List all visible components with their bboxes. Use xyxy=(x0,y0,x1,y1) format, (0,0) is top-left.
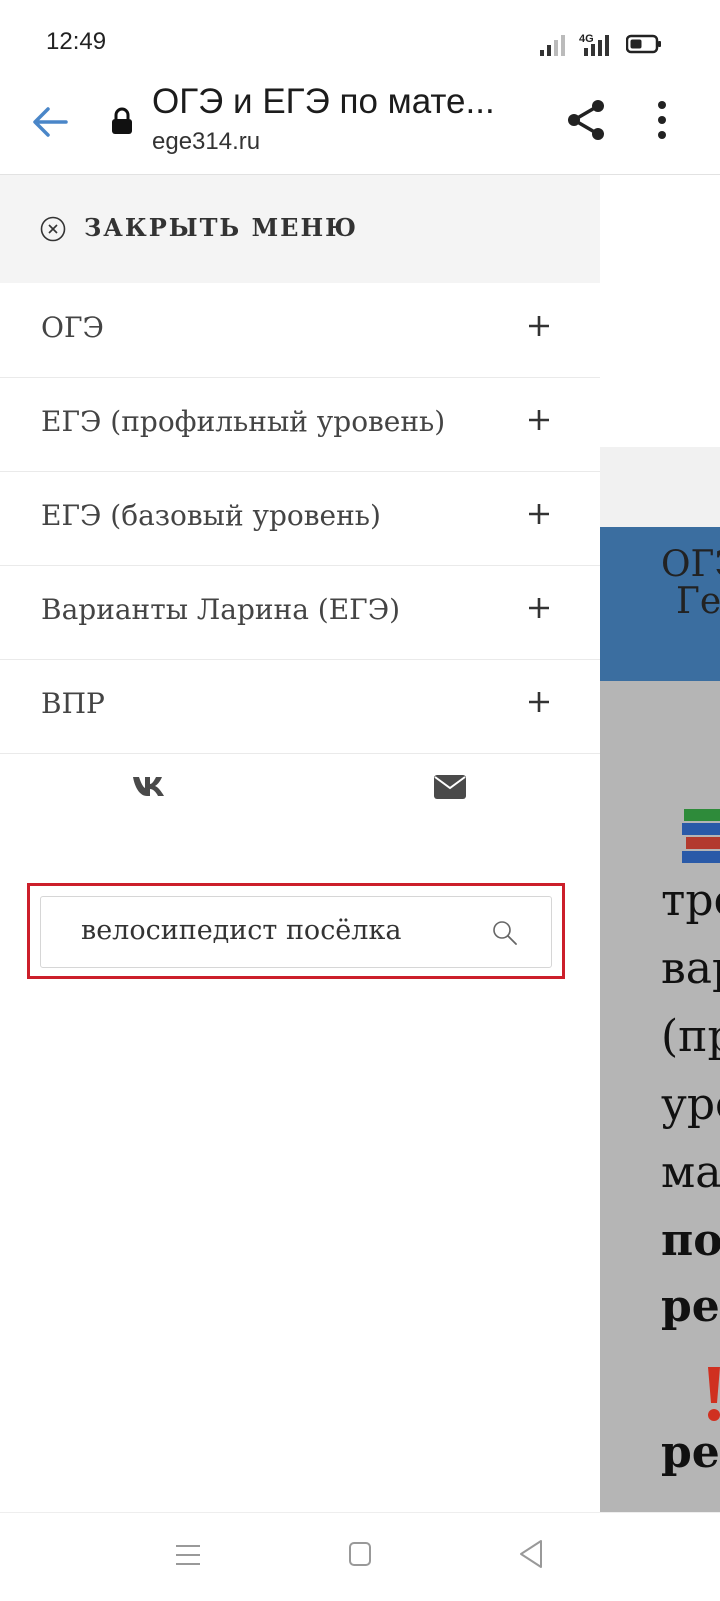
close-menu-label: ЗАКРЫТЬ МЕНЮ xyxy=(84,213,359,242)
side-menu-drawer: ЗАКРЫТЬ МЕНЮ ОГЭ ЕГЭ (профильный уровень… xyxy=(0,175,600,1512)
menu-item-ege-profile[interactable]: ЕГЭ (профильный уровень) xyxy=(0,377,600,472)
background-heading-2: Ге xyxy=(676,581,720,622)
share-icon[interactable] xyxy=(564,96,612,144)
expand-plus-icon[interactable] xyxy=(528,597,550,619)
background-line-2: вар xyxy=(661,943,720,994)
expand-plus-icon[interactable] xyxy=(528,315,550,337)
search-icon[interactable] xyxy=(491,919,519,947)
network-label: 4G xyxy=(579,33,594,45)
page-domain: ege314.ru xyxy=(152,128,261,155)
status-bar: 12:49 4G xyxy=(0,0,720,88)
back-arrow-icon[interactable] xyxy=(28,100,72,144)
books-icon xyxy=(682,809,720,863)
background-line-7: ре xyxy=(661,1281,720,1332)
menu-item-ege-base[interactable]: ЕГЭ (базовый уровень) xyxy=(0,471,600,566)
search-box[interactable] xyxy=(40,896,552,968)
background-line-6: по xyxy=(661,1215,720,1266)
expand-plus-icon[interactable] xyxy=(528,691,550,713)
background-heading: ОГЭ xyxy=(661,544,720,585)
background-header: ОГЭ Ге xyxy=(600,527,720,681)
background-line-5: ма xyxy=(661,1147,720,1198)
background-line-1: тре xyxy=(661,875,720,926)
system-nav-bar xyxy=(0,1512,720,1601)
menu-item-label: Варианты Ларина (ЕГЭ) xyxy=(41,593,401,626)
background-line-4: уро xyxy=(661,1079,720,1130)
page-title: ОГЭ и ЕГЭ по мате... xyxy=(152,82,495,121)
menu-item-label: ОГЭ xyxy=(41,311,104,344)
menu-item-larin[interactable]: Варианты Ларина (ЕГЭ) xyxy=(0,565,600,660)
recent-apps-icon[interactable] xyxy=(174,1543,202,1567)
close-menu-button[interactable]: ЗАКРЫТЬ МЕНЮ xyxy=(0,175,600,283)
exclamation-icon xyxy=(708,1367,720,1421)
status-time: 12:49 xyxy=(46,28,107,55)
menu-item-label: ЕГЭ (профильный уровень) xyxy=(41,405,446,438)
background-band xyxy=(600,447,720,527)
menu-item-vpr[interactable]: ВПР xyxy=(0,659,600,754)
background-content: тре вар (пр уро ма по ре ре xyxy=(600,681,720,1512)
expand-plus-icon[interactable] xyxy=(528,409,550,431)
system-back-icon[interactable] xyxy=(518,1539,544,1569)
vk-icon[interactable] xyxy=(132,775,166,797)
search-input[interactable] xyxy=(81,915,481,946)
menu-item-oge[interactable]: ОГЭ xyxy=(0,283,600,378)
mail-icon[interactable] xyxy=(434,775,466,799)
background-line-3: (пр xyxy=(661,1011,720,1062)
background-page: ОГЭ Ге тре вар (пр уро ма по ре ре xyxy=(600,175,720,1512)
lock-icon xyxy=(112,107,132,134)
status-icons: 4G xyxy=(540,30,720,60)
home-icon[interactable] xyxy=(348,1541,372,1567)
browser-toolbar: ОГЭ и ЕГЭ по мате... ege314.ru xyxy=(0,82,720,175)
background-line-8: ре xyxy=(661,1427,720,1478)
search-highlight-frame xyxy=(27,883,565,979)
battery-icon xyxy=(626,34,661,54)
more-options-icon[interactable] xyxy=(650,98,674,142)
signal-icon xyxy=(540,35,565,56)
menu-item-label: ВПР xyxy=(41,687,105,720)
close-icon xyxy=(40,216,66,242)
network-4g-icon: 4G xyxy=(579,33,609,56)
menu-item-label: ЕГЭ (базовый уровень) xyxy=(41,499,381,532)
expand-plus-icon[interactable] xyxy=(528,503,550,525)
